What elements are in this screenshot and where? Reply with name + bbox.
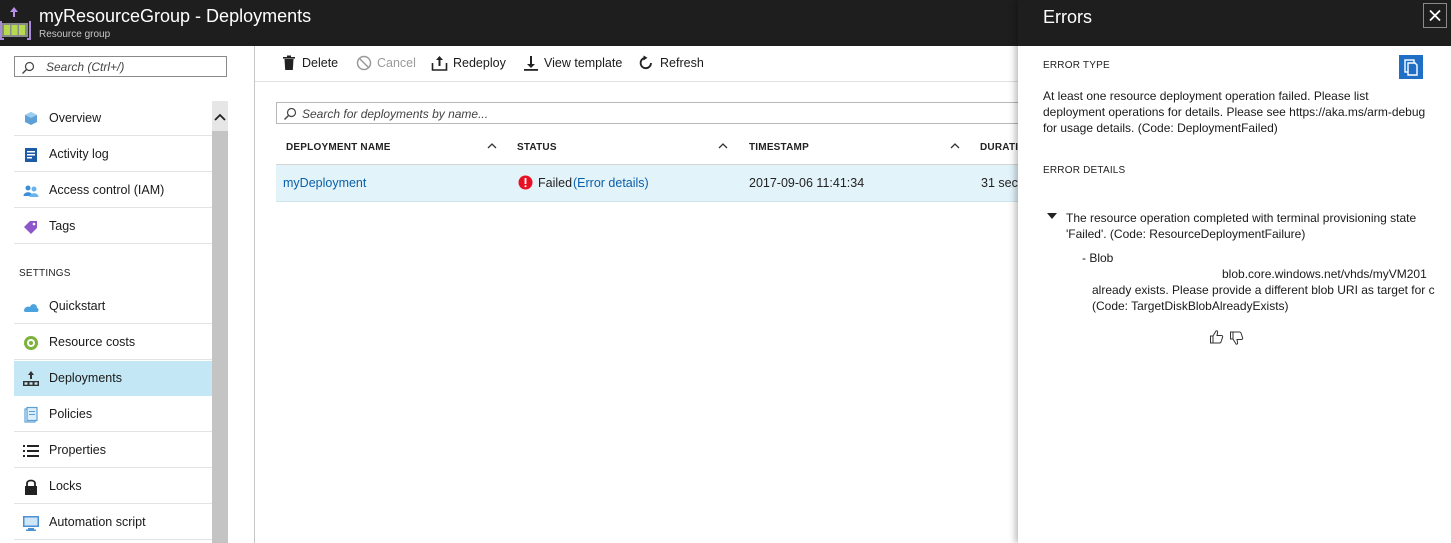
column-header-timestamp[interactable]: TIMESTAMP — [749, 142, 809, 153]
menu-item-locks[interactable]: Locks — [14, 469, 212, 504]
menu-item-tags[interactable]: Tags — [14, 209, 212, 244]
error-sub-line: already exists. Please provide a differe… — [1092, 283, 1435, 297]
deployment-search-placeholder: Search for deployments by name... — [302, 107, 489, 121]
error-icon — [518, 175, 533, 190]
sort-chevron-icon[interactable] — [486, 140, 498, 152]
page-title: myResourceGroup - Deployments — [39, 6, 312, 26]
error-type-line: At least one resource deployment operati… — [1043, 89, 1369, 103]
close-button[interactable] — [1423, 3, 1447, 28]
table-row[interactable]: myDeployment Failed (Error details) 2017… — [276, 165, 1024, 202]
deployments-icon — [23, 371, 39, 386]
deployment-name-link[interactable]: myDeployment — [283, 176, 366, 190]
refresh-icon — [639, 55, 652, 70]
error-type-line: for usage details. (Code: DeploymentFail… — [1043, 121, 1278, 135]
thumbs-down-icon[interactable] — [1229, 331, 1244, 346]
copy-button[interactable] — [1399, 55, 1423, 79]
error-type-line: deployment operations for details. Pleas… — [1043, 105, 1426, 119]
command-bar: Delete Cancel Redeploy View template Ref… — [255, 46, 1018, 82]
resource-group-icon — [0, 5, 32, 41]
page-subtitle: Resource group — [39, 29, 111, 40]
column-header-status[interactable]: STATUS — [517, 142, 557, 153]
timestamp-value: 2017-09-06 11:41:34 — [749, 176, 865, 190]
errors-blade: Errors ERROR TYPE At least one resource … — [1018, 0, 1451, 543]
thumbs-up-icon[interactable] — [1209, 329, 1224, 344]
error-details-label: ERROR DETAILS — [1043, 165, 1126, 176]
menu-item-deployments[interactable]: Deployments — [14, 361, 212, 396]
cancel-button[interactable]: Cancel — [356, 54, 418, 74]
menu-item-activity-log[interactable]: Activity log — [14, 137, 212, 172]
menu-scrollbar-thumb[interactable] — [212, 131, 228, 543]
error-details-link[interactable]: (Error details) — [573, 176, 649, 190]
errors-blade-header: Errors — [1018, 0, 1451, 46]
menu-item-properties[interactable]: Properties — [14, 433, 212, 468]
deployment-search-input[interactable]: Search for deployments by name... — [276, 102, 1026, 124]
error-sub-line: (Code: TargetDiskBlobAlreadyExists) — [1092, 299, 1289, 313]
sort-chevron-icon[interactable] — [949, 140, 961, 152]
properties-icon — [23, 445, 39, 457]
download-icon — [524, 56, 538, 71]
errors-title: Errors — [1043, 7, 1092, 27]
settings-section-label: SETTINGS — [19, 268, 71, 279]
menu-item-automation-script[interactable]: Automation script — [14, 505, 212, 540]
refresh-button[interactable]: Refresh — [638, 54, 706, 74]
search-icon — [22, 61, 35, 74]
chevron-up-icon — [214, 113, 226, 121]
status-text: Failed — [538, 176, 573, 190]
collapse-triangle-icon[interactable] — [1047, 213, 1057, 221]
error-sub-bullet: - Blob — [1082, 251, 1114, 265]
menu-scroll-up-button[interactable] — [212, 101, 228, 131]
delete-button[interactable]: Delete — [282, 54, 342, 74]
menu-search-placeholder: Search (Ctrl+/) — [46, 60, 125, 74]
deployments-grid-header: DEPLOYMENT NAME STATUS TIMESTAMP DURATI — [276, 134, 1018, 165]
menu-item-overview[interactable]: Overview — [14, 101, 212, 136]
copy-icon — [1404, 59, 1418, 76]
error-detail-line: The resource operation completed with te… — [1066, 211, 1417, 225]
error-detail-line: 'Failed'. (Code: ResourceDeploymentFailu… — [1066, 227, 1306, 241]
resource-costs-icon — [24, 336, 38, 350]
tag-icon — [24, 221, 37, 234]
menu-search-input[interactable]: Search (Ctrl+/) — [14, 56, 227, 77]
iam-icon — [23, 185, 39, 197]
activity-log-icon — [25, 148, 37, 162]
resource-menu: Search (Ctrl+/) Overview Activity log Ac… — [0, 46, 255, 543]
error-type-label: ERROR TYPE — [1043, 60, 1110, 71]
redeploy-icon — [431, 56, 448, 71]
overview-icon — [25, 112, 37, 125]
menu-item-quickstart[interactable]: Quickstart — [14, 289, 212, 324]
redeploy-button[interactable]: Redeploy — [431, 54, 507, 74]
error-sub-line: blob.core.windows.net/vhds/myVM201 — [1222, 267, 1427, 281]
search-icon — [284, 107, 297, 120]
column-header-deployment-name[interactable]: DEPLOYMENT NAME — [286, 142, 391, 153]
view-template-button[interactable]: View template — [523, 54, 623, 74]
menu-item-access-control[interactable]: Access control (IAM) — [14, 173, 212, 208]
automation-script-icon — [23, 516, 39, 531]
menu-item-policies[interactable]: Policies — [14, 397, 212, 432]
deployments-blade: Delete Cancel Redeploy View template Ref… — [255, 46, 1026, 543]
sort-chevron-icon[interactable] — [717, 140, 729, 152]
cancel-icon — [356, 55, 372, 71]
trash-icon — [283, 55, 295, 70]
quickstart-icon — [24, 304, 39, 312]
policies-icon — [24, 406, 38, 423]
close-icon — [1429, 9, 1441, 22]
menu-item-resource-costs[interactable]: Resource costs — [14, 325, 212, 360]
lock-icon — [25, 479, 37, 495]
column-header-duration[interactable]: DURATI — [980, 142, 1018, 153]
